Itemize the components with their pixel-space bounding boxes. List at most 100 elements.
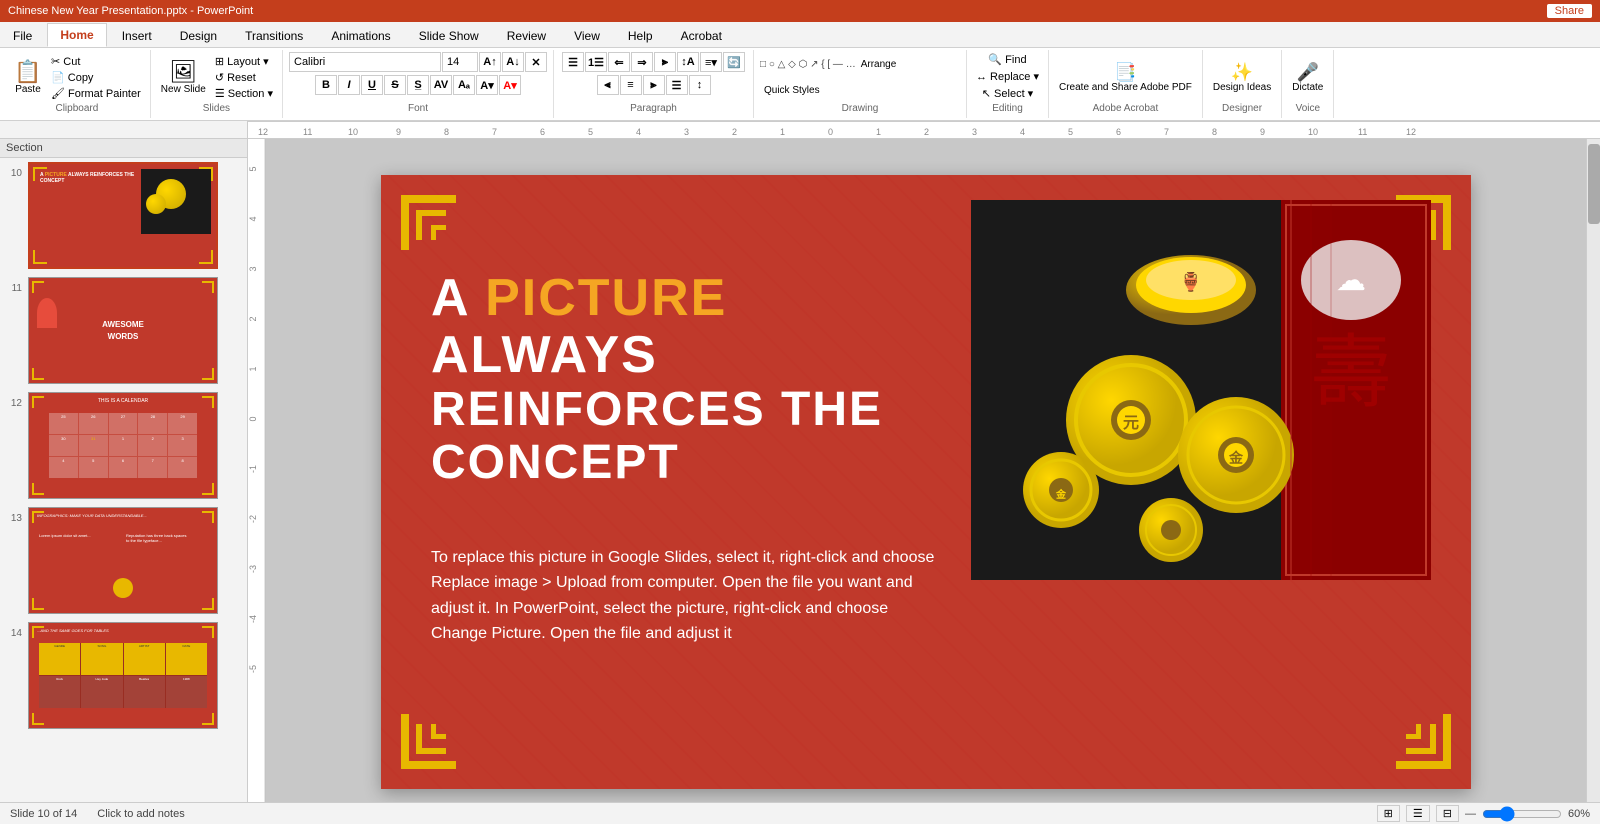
scrollbar-thumb[interactable] (1588, 144, 1600, 224)
tab-design[interactable]: Design (167, 24, 230, 47)
font-size-input[interactable] (442, 52, 478, 72)
format-painter-button[interactable]: 🖌 Format Painter (48, 86, 144, 101)
layout-button[interactable]: ⊞ Layout ▾ (212, 54, 276, 69)
replace-button[interactable]: ↔ Replace ▾ (973, 69, 1042, 84)
font-size-btn2[interactable]: Aₐ (453, 75, 475, 95)
convert-smartart[interactable]: 🔄 (723, 52, 745, 72)
view-slidesorter-button[interactable]: ⊟ (1436, 805, 1459, 822)
svg-text:-5: -5 (248, 665, 258, 673)
slide-thumb-14[interactable]: 14 ...AND THE SAME GOES FOR TABLES GENRE… (0, 618, 247, 733)
svg-text:-1: -1 (248, 465, 258, 473)
zoom-slider[interactable] (1482, 806, 1562, 822)
find-button[interactable]: 🔍 Find (985, 52, 1029, 67)
zoom-percent: 60% (1568, 808, 1590, 820)
columns-button[interactable]: ⫸ (654, 52, 676, 72)
view-controls: ⊞ ☰ ⊟ — 60% (1377, 805, 1590, 822)
scrollbar-vertical[interactable] (1586, 139, 1600, 824)
underline-button[interactable]: U (361, 75, 383, 95)
slides-label: Slides (203, 103, 230, 116)
reset-button[interactable]: ↺ Reset (212, 70, 276, 85)
section-label: Section (0, 139, 247, 158)
font-color[interactable]: A▾ (499, 75, 521, 95)
decrease-indent[interactable]: ⇐ (608, 52, 630, 72)
shadow-button[interactable]: S̲ (407, 75, 429, 95)
align-left[interactable]: ⫷ (597, 75, 619, 95)
create-pdf-button[interactable]: 📑 Create and Share Adobe PDF (1055, 61, 1196, 95)
slide-preview-11[interactable]: AWESOMEWORDS (28, 277, 218, 384)
ribbon-content: 📋 Paste ✂ Cut 📄 Copy 🖌 Format Painter Cl… (0, 48, 1600, 120)
slide-photo[interactable]: 壽 🏺 (971, 200, 1431, 580)
view-normal-button[interactable]: ⊞ (1377, 805, 1400, 822)
bullets-button[interactable]: ☰ (562, 52, 584, 72)
copy-button[interactable]: 📄 Copy (48, 70, 144, 85)
font-name-input[interactable] (289, 52, 441, 72)
numbering-button[interactable]: 1☰ (585, 52, 607, 72)
slide-preview-10[interactable]: A PICTURE ALWAYS REINFORCES THE CONCEPT (28, 162, 218, 269)
designer-group-top: ✨ Design Ideas (1209, 52, 1275, 103)
new-slide-button[interactable]: 🖼 New Slide (157, 59, 210, 97)
svg-text:-2: -2 (248, 515, 258, 523)
arrange-button[interactable]: Arrange (857, 57, 901, 72)
tab-acrobat[interactable]: Acrobat (668, 24, 735, 47)
title-line-1: A PICTURE ALWAYS (431, 270, 961, 384)
tab-animations[interactable]: Animations (318, 24, 403, 47)
clear-format-button[interactable]: ✕ (525, 52, 547, 72)
tab-help[interactable]: Help (615, 24, 666, 47)
strikethrough-button[interactable]: S (384, 75, 406, 95)
text-direction[interactable]: ↕A (677, 52, 699, 72)
slide-preview-14[interactable]: ...AND THE SAME GOES FOR TABLES GENRE SO… (28, 622, 218, 729)
bold-button[interactable]: B (315, 75, 337, 95)
dictate-button[interactable]: 🎤 Dictate (1288, 61, 1327, 95)
slide-thumb-10[interactable]: 10 A PICTURE ALWAYS REINFORCES THE CONCE… (0, 158, 247, 273)
voice-group-top: 🎤 Dictate (1288, 52, 1327, 103)
svg-text:金: 金 (1228, 450, 1244, 467)
zoom-level: — (1465, 808, 1476, 820)
section-button[interactable]: ☰ Section ▾ (212, 86, 276, 101)
tab-review[interactable]: Review (494, 24, 559, 47)
font-size-decrease[interactable]: A↓ (502, 52, 524, 72)
slide-preview-12[interactable]: THIS IS A CALENDAR 25 26 27 28 29 30 31 … (28, 392, 218, 499)
cut-button[interactable]: ✂ Cut (48, 54, 144, 69)
ruler-corner (0, 121, 248, 138)
char-spacing-button[interactable]: AV (430, 75, 452, 95)
slide-thumb-11[interactable]: 11 AWESOMEWORDS (0, 273, 247, 388)
svg-text:壽: 壽 (1311, 330, 1391, 418)
increase-indent[interactable]: ⇒ (631, 52, 653, 72)
status-bar: Slide 10 of 14 Click to add notes ⊞ ☰ ⊟ … (0, 802, 1600, 824)
quick-styles-button[interactable]: Quick Styles (760, 83, 824, 98)
line-spacing[interactable]: ↕ (689, 75, 711, 95)
corner-decoration-tl (396, 190, 486, 280)
justify[interactable]: ☰ (666, 75, 688, 95)
slide-thumb-13[interactable]: 13 INFOGRAPHICS: MAKE YOUR DATA UNDERSTA… (0, 503, 247, 618)
slide-title[interactable]: A PICTURE ALWAYS REINFORCES THE CONCEPT (431, 270, 961, 490)
align-right[interactable]: ⫸ (643, 75, 665, 95)
view-outline-button[interactable]: ☰ (1406, 805, 1430, 822)
highlight-color[interactable]: A▾ (476, 75, 498, 95)
tab-insert[interactable]: Insert (109, 24, 165, 47)
font-size-increase[interactable]: A↑ (479, 52, 501, 72)
select-button[interactable]: ↖ Select ▾ (979, 86, 1036, 101)
tab-transitions[interactable]: Transitions (232, 24, 316, 47)
tab-file[interactable]: File (0, 24, 45, 47)
editing-label: Editing (992, 103, 1023, 116)
slide-canvas[interactable]: ✕ ✕ ✛ A PICTURE ALWAYS REINFORCES THE CO… (381, 175, 1471, 789)
tab-home[interactable]: Home (47, 23, 106, 47)
slide-thumb-12[interactable]: 12 THIS IS A CALENDAR 25 26 27 28 29 30 … (0, 388, 247, 503)
paragraph-bottom-row: ⫷ ≡ ⫸ ☰ ↕ (597, 75, 711, 95)
photo-content: 壽 🏺 (971, 200, 1431, 580)
ribbon: File Home Insert Design Transitions Anim… (0, 22, 1600, 121)
clipboard-secondary: ✂ Cut 📄 Copy 🖌 Format Painter (48, 54, 144, 101)
align-center[interactable]: ≡ (620, 75, 642, 95)
align-text[interactable]: ≡▾ (700, 52, 722, 72)
share-button[interactable]: Share (1547, 4, 1592, 18)
slide-body-text[interactable]: To replace this picture in Google Slides… (431, 545, 941, 647)
paste-button[interactable]: 📋 Paste (10, 59, 46, 97)
slide-preview-13[interactable]: INFOGRAPHICS: MAKE YOUR DATA UNDERSTANDA… (28, 507, 218, 614)
tab-view[interactable]: View (561, 24, 613, 47)
design-ideas-button[interactable]: ✨ Design Ideas (1209, 61, 1275, 95)
svg-text:5: 5 (588, 127, 593, 137)
tab-slideshow[interactable]: Slide Show (406, 24, 492, 47)
italic-button[interactable]: I (338, 75, 360, 95)
notes-hint[interactable]: Click to add notes (97, 808, 1356, 820)
svg-text:0: 0 (828, 127, 833, 137)
